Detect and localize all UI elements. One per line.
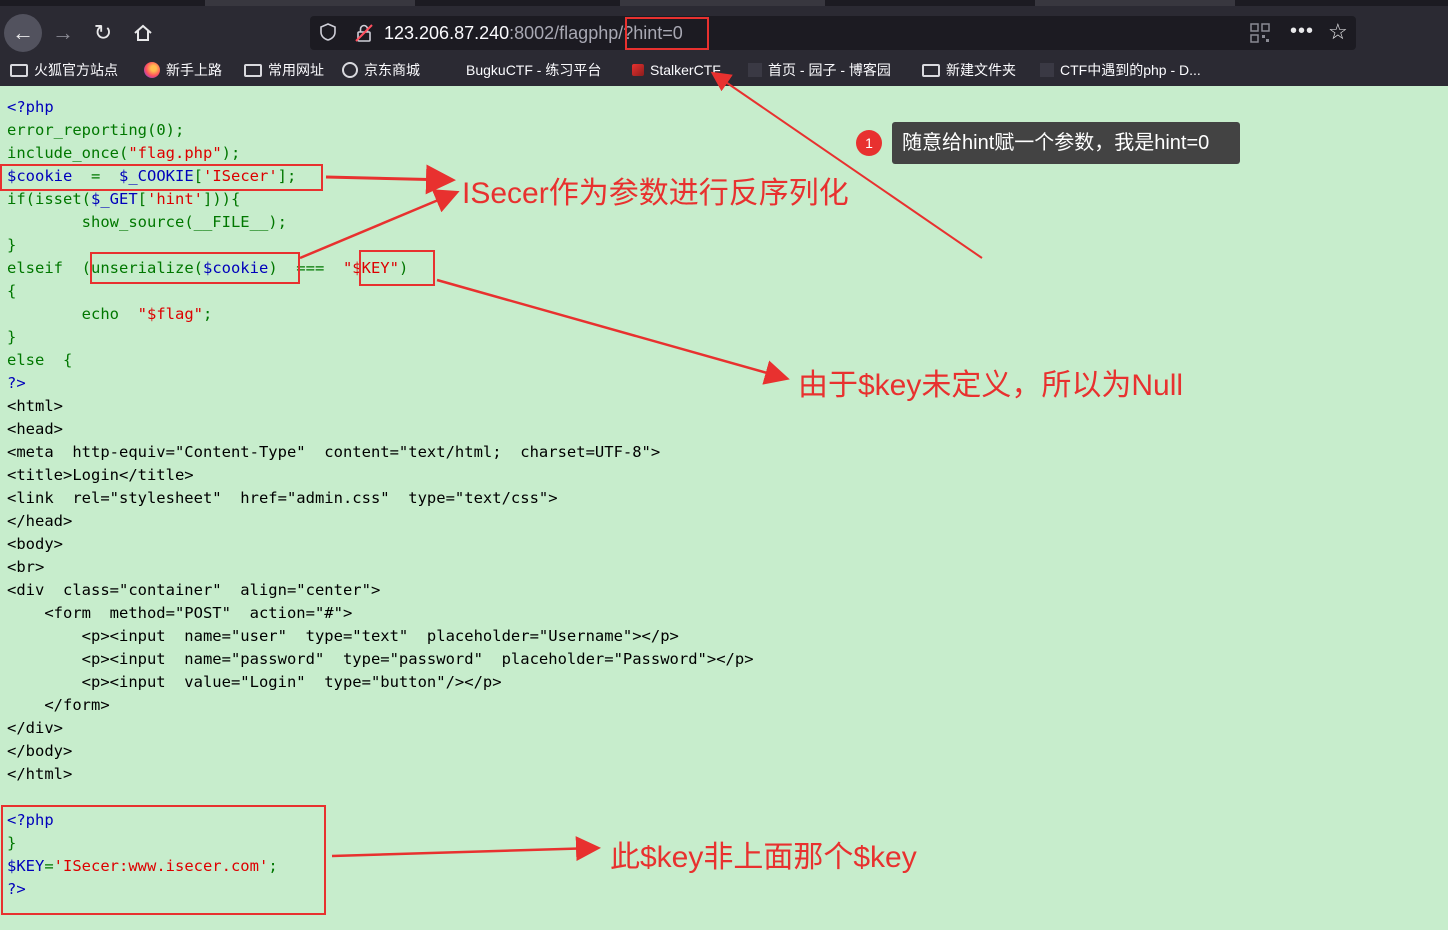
step-badge: 1: [856, 130, 882, 156]
folder-icon: [244, 63, 262, 77]
code-line: echo "$flag";: [81, 305, 213, 323]
tab[interactable]: [620, 0, 825, 6]
bookmark-label: 首页 - 园子 - 博客园: [768, 62, 891, 78]
bookmark-label: 新手上路: [166, 62, 222, 78]
bookmark-label: 京东商城: [364, 62, 420, 78]
bookmark-item[interactable]: 首页 - 园子 - 博客园: [748, 57, 891, 83]
code-line: <p><input value="Login" type="button"/><…: [7, 673, 502, 691]
code-line: <?php: [7, 98, 54, 116]
stalker-icon: [632, 64, 644, 76]
key-null-annotation: 由于$key未定义，所以为Null: [798, 369, 1184, 402]
bookmark-label: 新建文件夹: [946, 62, 1016, 78]
arrow-hint: [710, 71, 983, 259]
code-line: }: [7, 328, 17, 346]
forward-button[interactable]: →: [46, 16, 80, 50]
code-line: show_source(__FILE__);: [81, 213, 287, 231]
code-line: <html>: [7, 397, 63, 415]
arrow-right-icon: →: [52, 20, 74, 45]
bookmark-star-icon[interactable]: ☆: [1328, 19, 1348, 45]
code-line: </form>: [7, 696, 110, 714]
code-line: error_reporting(0);: [7, 121, 185, 139]
home-icon: [134, 24, 152, 41]
bookmark-label: StalkerCTF: [650, 62, 721, 78]
bookmark-item[interactable]: 新手上路: [144, 57, 222, 83]
code-line: </html>: [7, 765, 73, 783]
bookmark-item[interactable]: 火狐官方站点: [10, 57, 118, 83]
bookmark-item[interactable]: BugkuCTF - 练习平台: [466, 57, 601, 83]
code-line: <meta http-equiv="Content-Type" content=…: [7, 443, 661, 461]
hint-tooltip: 随意给hint赋一个参数，我是hint=0: [892, 122, 1240, 164]
code-line: ?>: [7, 374, 26, 392]
bookmark-label: 常用网址: [268, 62, 324, 78]
home-button[interactable]: [126, 16, 160, 50]
highlight-cookie-line: [0, 164, 323, 191]
tab-strip: [0, 0, 1448, 6]
highlight-hint-param: [625, 17, 709, 50]
bookmark-item[interactable]: 京东商城: [342, 57, 420, 83]
code-line: <head>: [7, 420, 63, 438]
reload-button[interactable]: ↻: [86, 16, 120, 50]
code-line: </div>: [7, 719, 63, 737]
bookmark-label: BugkuCTF - 练习平台: [466, 62, 602, 78]
bookmark-label: CTF中遇到的php - D...: [1060, 62, 1201, 78]
highlight-key-definition: [1, 805, 326, 915]
highlight-key-string: [359, 250, 435, 286]
bookmark-item[interactable]: CTF中遇到的php - D...: [1040, 57, 1201, 83]
folder-icon: [10, 63, 28, 77]
cnblogs-icon: [748, 63, 762, 77]
isecer-annotation: ISecer作为参数进行反序列化: [462, 177, 849, 210]
insecure-lock-icon[interactable]: [354, 23, 374, 43]
code-line: <br>: [7, 558, 45, 576]
tab[interactable]: [205, 0, 415, 6]
arrow-left-icon: ←: [12, 20, 34, 45]
ctf-icon: [1040, 63, 1054, 77]
code-line: </head>: [7, 512, 73, 530]
folder-icon: [922, 63, 940, 77]
code-line: <p><input name="password" type="password…: [7, 650, 754, 668]
code-line: <link rel="stylesheet" href="admin.css" …: [7, 489, 558, 507]
bookmark-item[interactable]: StalkerCTF: [632, 57, 721, 83]
code-line: <p><input name="user" type="text" placeh…: [7, 627, 679, 645]
code-line: <title>Login</title>: [7, 466, 194, 484]
globe-icon: [342, 62, 358, 78]
more-actions-icon[interactable]: •••: [1290, 20, 1314, 43]
url-bar[interactable]: 123.206.87.240:8002/flagphp/?hint=0 ••• …: [310, 16, 1356, 50]
firefox-icon: [144, 62, 160, 78]
qr-code-icon[interactable]: [1250, 23, 1270, 43]
reload-icon: ↻: [93, 20, 113, 45]
highlight-unserialize: [90, 252, 300, 284]
browser-toolbar: ← → ↻ 123.206.87.240:8002/flagphp/?hint=…: [0, 0, 1448, 86]
bookmark-item[interactable]: 新建文件夹: [922, 57, 1016, 83]
code-line: include_once("flag.php");: [7, 144, 241, 162]
back-button[interactable]: ←: [4, 14, 42, 52]
tab[interactable]: [1035, 0, 1235, 6]
bookmarks-toolbar: 火狐官方站点 新手上路 常用网址 京东商城 BugkuCTF - 练习平台 Stalker…: [0, 57, 1448, 83]
url-host: 123.206.87.240: [384, 23, 510, 43]
code-line: <body>: [7, 535, 63, 553]
code-line: <form method="POST" action="#">: [7, 604, 353, 622]
code-line: </body>: [7, 742, 73, 760]
code-line: <div class="container" align="center">: [7, 581, 381, 599]
bookmark-item[interactable]: 常用网址: [244, 57, 324, 83]
shield-icon[interactable]: [318, 23, 338, 43]
key-not-same-annotation: 此$key非上面那个$key: [610, 841, 917, 874]
php-source-listing: <?php error_reporting(0); include_once("fl…: [7, 96, 754, 901]
bookmark-label: 火狐官方站点: [34, 62, 118, 78]
code-line: else {: [7, 351, 73, 369]
